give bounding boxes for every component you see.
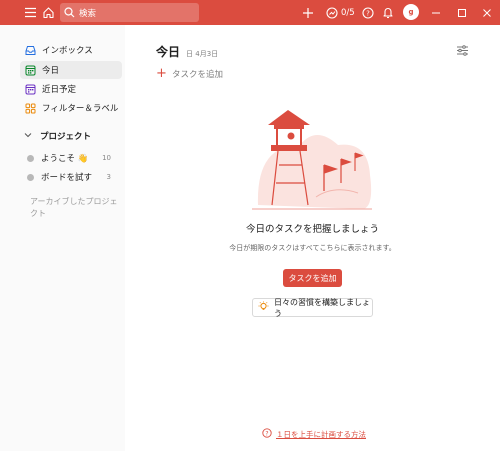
add-task-cta-button[interactable]: タスクを追加 [283, 269, 342, 287]
view-settings-icon[interactable] [456, 44, 469, 57]
plus-icon: + [156, 66, 167, 81]
empty-state-illustration [238, 105, 378, 215]
search-icon [64, 7, 75, 18]
sidebar-item-label: インボックス [42, 46, 93, 56]
bell-icon[interactable] [380, 5, 395, 20]
project-label: ようこそ 👋 [41, 154, 89, 164]
window-minimize-icon[interactable] [423, 0, 449, 25]
help-circle-icon: ? [262, 428, 272, 440]
sidebar: インボックス 今日 近日予定 フィルター＆ラベル プロジェクト ようこそ 👋 1… [0, 25, 125, 451]
projects-label: プロジェクト [40, 132, 92, 142]
page-date: 日 4月3日 [186, 50, 219, 58]
project-item-welcome[interactable]: ようこそ 👋 10 [27, 150, 115, 166]
main-content: 今日 日 4月3日 + タスクを追加 今日のタスクを把握しましょう 今日が期限の… [125, 25, 500, 451]
sidebar-item-upcoming[interactable]: 近日予定 [20, 80, 122, 98]
svg-text:?: ? [265, 430, 268, 437]
sidebar-item-label: 近日予定 [42, 85, 77, 95]
menu-icon[interactable] [23, 5, 38, 20]
add-task-button[interactable]: + タスクを追加 [156, 66, 224, 81]
search-input[interactable]: 検索 [60, 3, 199, 22]
empty-state-title: 今日のタスクを把握しましょう [245, 224, 379, 235]
search-placeholder: 検索 [79, 8, 97, 19]
add-task-quick-icon[interactable] [300, 5, 315, 20]
project-item-board[interactable]: ボードを試す 3 [27, 169, 115, 185]
add-task-label: タスクを追加 [172, 70, 224, 80]
window-maximize-icon[interactable] [449, 0, 475, 25]
help-link-label: １日を上手に計画する方法 [276, 429, 366, 439]
sidebar-item-today[interactable]: 今日 [20, 61, 122, 79]
avatar[interactable]: g [403, 4, 419, 20]
sidebar-item-label: フィルター＆ラベル [42, 104, 119, 114]
inbox-icon [25, 45, 36, 56]
lightbulb-icon [258, 301, 269, 315]
svg-text:?: ? [366, 9, 370, 17]
habit-label: 日々の習慣を構築しましょう [274, 297, 370, 318]
home-icon[interactable] [41, 5, 56, 20]
project-color-dot [27, 154, 34, 162]
sidebar-item-inbox[interactable]: インボックス [20, 41, 122, 59]
sidebar-item-label: 今日 [42, 66, 60, 76]
projects-header[interactable]: プロジェクト [24, 128, 91, 144]
chevron-down-icon[interactable] [24, 131, 32, 141]
calendar-upcoming-icon [25, 84, 36, 95]
sidebar-item-filters-labels[interactable]: フィルター＆ラベル [20, 99, 122, 117]
productivity-progress[interactable]: 0/5 [323, 5, 355, 20]
project-count: 10 [102, 154, 111, 162]
page-header: 今日 日 4月3日 [156, 43, 218, 60]
window-close-icon[interactable] [474, 0, 500, 25]
empty-state-description: 今日が期限のタスクはすべてこちらに表示されます。 [229, 244, 396, 252]
build-habit-button[interactable]: 日々の習慣を構築しましょう [252, 297, 373, 318]
page-title: 今日 [156, 45, 181, 59]
project-label: ボードを試す [41, 173, 93, 183]
calendar-today-icon [25, 65, 36, 76]
project-count: 3 [106, 173, 111, 181]
top-bar: 検索 0/5 ? g [0, 0, 500, 25]
help-icon[interactable]: ? [360, 5, 375, 20]
project-color-dot [27, 173, 34, 181]
filters-labels-icon [25, 103, 36, 114]
archived-projects-link[interactable]: アーカイブしたプロジェクト [30, 196, 120, 220]
productivity-icon [326, 6, 338, 19]
progress-count: 0/5 [341, 7, 355, 18]
planning-help-link[interactable]: ? １日を上手に計画する方法 [262, 428, 366, 440]
